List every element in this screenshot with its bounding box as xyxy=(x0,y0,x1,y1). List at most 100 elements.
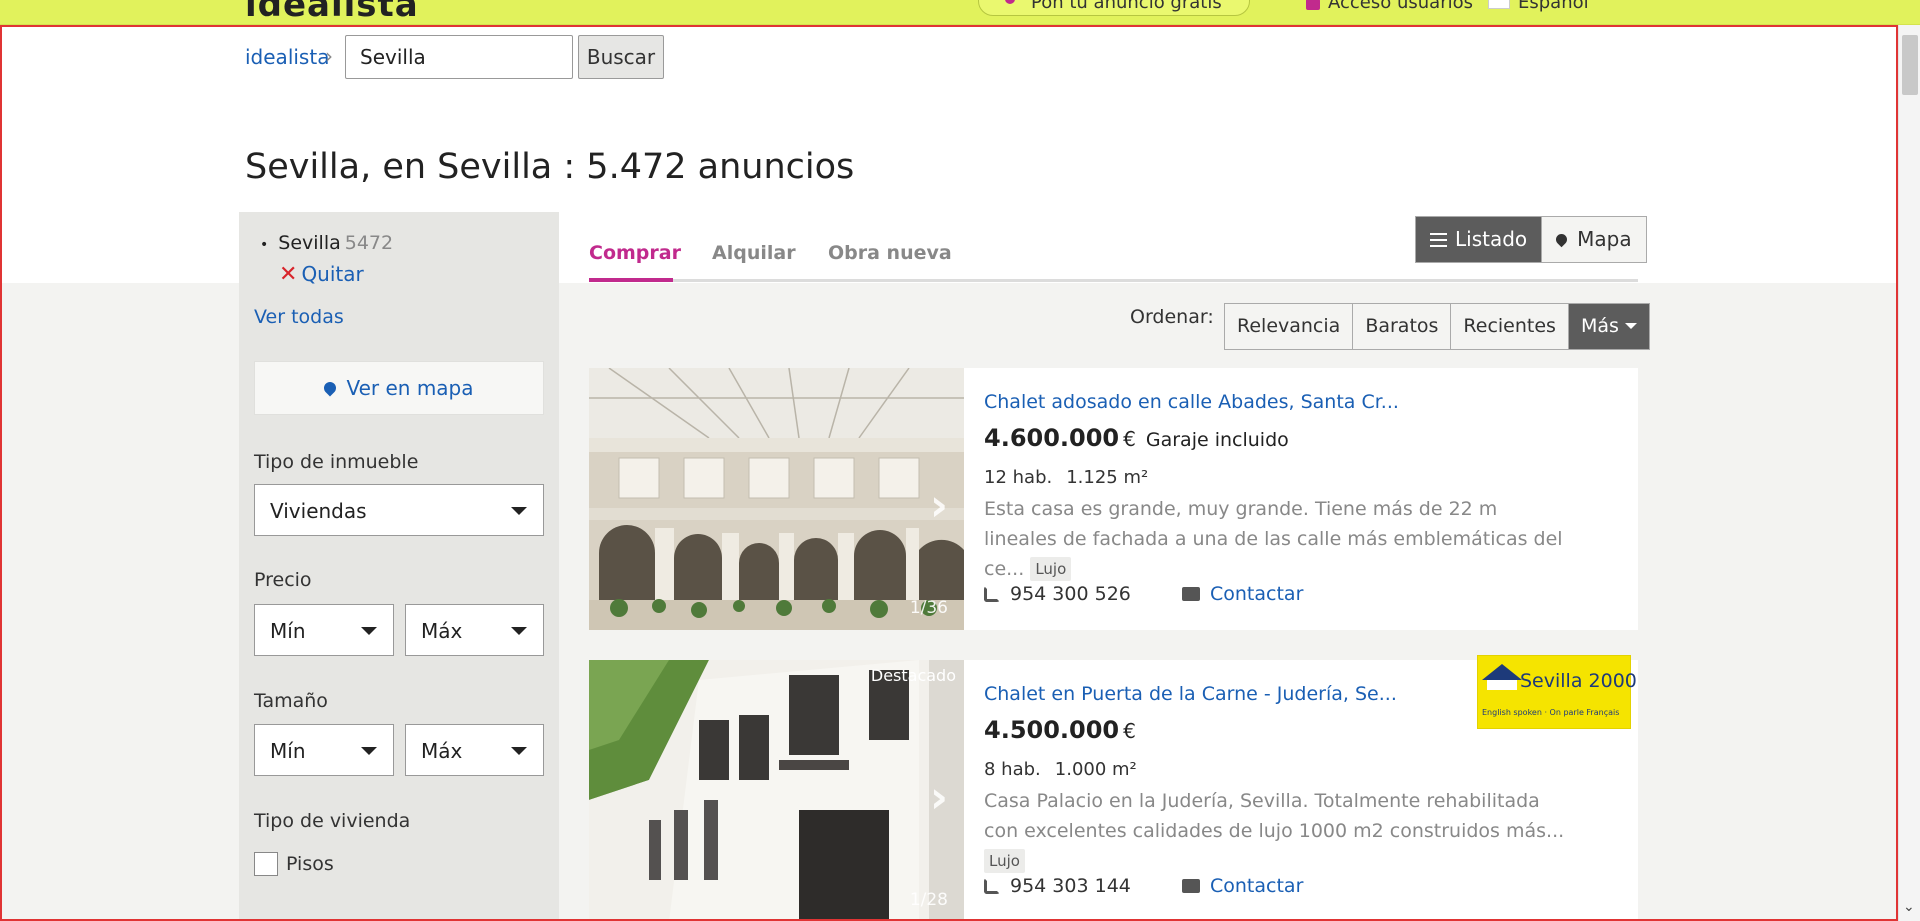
remove-location-link[interactable]: ✕ Quitar xyxy=(279,262,364,287)
post-ad-button[interactable]: Pon tu anuncio gratis xyxy=(978,0,1250,16)
listing-price: 4.600.000 € Garaje incluido xyxy=(984,424,1289,452)
pisos-label: Pisos xyxy=(286,853,334,875)
active-tab-indicator xyxy=(589,278,673,282)
size-label: Tamaño xyxy=(254,690,328,712)
description-text: Casa Palacio en la Judería, Sevilla. Tot… xyxy=(984,790,1565,842)
currency: € xyxy=(1123,427,1136,451)
tab-obra-nueva[interactable]: Obra nueva xyxy=(828,242,952,264)
size-min-select[interactable]: Mín xyxy=(254,724,394,776)
price-label: Precio xyxy=(254,569,312,591)
chevron-down-icon xyxy=(1624,323,1637,329)
phone-number: 954 300 526 xyxy=(1010,583,1131,605)
close-icon: ✕ xyxy=(279,262,298,287)
see-on-map-label: Ver en mapa xyxy=(346,376,474,400)
breadcrumb-separator: › xyxy=(325,44,333,68)
housing-type-pisos[interactable]: Pisos xyxy=(254,852,334,876)
location-filter: • Sevilla 5472 xyxy=(260,232,393,254)
price-value: 4.500.000 xyxy=(984,716,1120,744)
listing-title-link[interactable]: Chalet en Puerta de la Carne - Judería, … xyxy=(984,683,1397,705)
tab-comprar[interactable]: Comprar xyxy=(589,242,681,264)
courtyard-photo xyxy=(589,368,964,630)
listing-description[interactable]: Esta casa es grande, muy grande. Tiene m… xyxy=(984,494,1574,584)
list-view-label: Listado xyxy=(1455,227,1528,251)
chevron-down-icon[interactable]: ⌄ xyxy=(1903,899,1915,915)
price-extra: Garaje incluido xyxy=(1145,429,1289,451)
order-relevance-button[interactable]: Relevancia xyxy=(1225,304,1353,349)
photo-count: 1/36 xyxy=(909,598,948,618)
size-min-value: Mín xyxy=(270,739,306,763)
location-count: 5472 xyxy=(344,232,394,254)
order-more-button[interactable]: Más xyxy=(1567,304,1649,349)
contact-button[interactable]: Contactar xyxy=(1182,875,1303,897)
phone-button[interactable]: 954 300 526 xyxy=(984,583,1131,605)
tabs-divider xyxy=(589,279,1638,282)
see-on-map-button[interactable]: Ver en mapa xyxy=(254,361,544,415)
housing-type-label: Tipo de vivienda xyxy=(254,810,411,832)
breadcrumb-home-link[interactable]: idealista xyxy=(245,45,329,69)
chevron-down-icon xyxy=(361,747,377,755)
size-max-value: Máx xyxy=(421,739,463,763)
price-min-select[interactable]: Mín xyxy=(254,604,394,656)
price-max-select[interactable]: Máx xyxy=(405,604,544,656)
map-view-button[interactable]: Mapa xyxy=(1541,217,1646,262)
listing-card[interactable]: Destacado › 1/28 Chalet en Puerta de la … xyxy=(589,655,1638,921)
next-photo-icon[interactable]: › xyxy=(930,480,948,531)
phone-button[interactable]: 954 303 144 xyxy=(984,875,1131,897)
price-max-value: Máx xyxy=(421,619,463,643)
size: 1.000 m² xyxy=(1054,759,1137,780)
agency-name: Sevilla 2000 xyxy=(1520,670,1637,692)
user-icon xyxy=(1306,0,1320,10)
phone-icon xyxy=(984,878,1000,894)
listing-card[interactable]: › 1/36 Chalet adosado en calle Abades, S… xyxy=(589,368,1638,630)
map-pin-icon xyxy=(1553,231,1570,248)
agency-logo[interactable]: Sevilla 2000 English spoken · On parle F… xyxy=(1477,655,1637,729)
see-all-link[interactable]: Ver todas xyxy=(254,306,344,328)
search-button[interactable]: Buscar xyxy=(578,35,664,79)
listing-features: 12 hab. 1.125 m² xyxy=(984,467,1162,488)
listing-title-link[interactable]: Chalet adosado en calle Abades, Santa Cr… xyxy=(984,391,1399,413)
chat-icon xyxy=(1182,879,1200,893)
listing-features: 8 hab. 1.000 m² xyxy=(984,759,1151,780)
listing-price: 4.500.000 € xyxy=(984,716,1136,744)
phone-icon xyxy=(984,586,1000,602)
price-value: 4.600.000 xyxy=(984,424,1120,452)
currency: € xyxy=(1123,719,1136,743)
site-logo[interactable]: idealista xyxy=(245,0,419,24)
house-base xyxy=(1487,680,1517,690)
list-icon xyxy=(1430,233,1447,247)
listing-photo[interactable]: › 1/36 xyxy=(589,368,964,630)
list-view-button[interactable]: Listado xyxy=(1416,217,1542,262)
order-cheapest-button[interactable]: Baratos xyxy=(1352,304,1451,349)
post-ad-label: Pon tu anuncio gratis xyxy=(1031,0,1222,13)
order-recent-button[interactable]: Recientes xyxy=(1450,304,1568,349)
listing-description[interactable]: Casa Palacio en la Judería, Sevilla. Tot… xyxy=(984,786,1574,876)
contact-button[interactable]: Contactar xyxy=(1182,583,1303,605)
user-access-label: Acceso usuarios xyxy=(1328,0,1473,13)
bullet-icon: • xyxy=(260,237,269,253)
property-type-value: Viviendas xyxy=(270,499,367,523)
contact-label: Contactar xyxy=(1210,875,1304,897)
property-type-label: Tipo de inmueble xyxy=(254,451,419,473)
search-input[interactable] xyxy=(345,35,573,79)
rooms: 12 hab. xyxy=(984,467,1053,488)
order-options: Relevancia Baratos Recientes Más xyxy=(1224,303,1650,350)
size-max-select[interactable]: Máx xyxy=(405,724,544,776)
agency-tagline: English spoken · On parle Français xyxy=(1482,708,1620,717)
user-access-link[interactable]: Acceso usuarios xyxy=(1306,0,1473,13)
location-name: Sevilla xyxy=(278,232,341,254)
next-photo-icon[interactable]: › xyxy=(930,772,948,823)
order-label: Ordenar: xyxy=(1130,306,1214,328)
featured-label: Destacado xyxy=(870,666,956,685)
page-scrollbar[interactable]: ⌄ xyxy=(1898,25,1920,921)
scrollbar-thumb[interactable] xyxy=(1902,35,1918,95)
pisos-checkbox[interactable] xyxy=(254,852,278,876)
house-icon xyxy=(1482,664,1522,680)
tab-alquilar[interactable]: Alquilar xyxy=(712,242,796,264)
property-type-select[interactable]: Viviendas xyxy=(254,484,544,536)
luxury-badge: Lujo xyxy=(1030,557,1072,581)
facade-photo xyxy=(589,660,964,921)
flag-icon xyxy=(1488,0,1510,9)
language-selector[interactable]: Español xyxy=(1488,0,1589,13)
listing-photo[interactable]: Destacado › 1/28 xyxy=(589,660,964,921)
language-label: Español xyxy=(1518,0,1589,13)
